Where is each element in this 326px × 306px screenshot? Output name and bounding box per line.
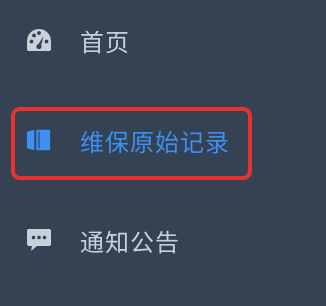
dashboard-icon: [26, 27, 52, 53]
comment-icon: [26, 227, 52, 253]
sidebar-item-label: 首页: [80, 28, 130, 57]
book-icon: [26, 127, 52, 153]
sidebar-item-label: 维保原始记录: [80, 128, 230, 157]
sidebar-menu: 首页 维保原始记录 通知公告: [0, 0, 326, 306]
sidebar-item-maintenance-records[interactable]: 维保原始记录: [0, 110, 326, 170]
sidebar-item-notices[interactable]: 通知公告: [0, 210, 326, 270]
sidebar-item-label: 通知公告: [80, 228, 180, 257]
sidebar-item-home[interactable]: 首页: [0, 10, 326, 70]
